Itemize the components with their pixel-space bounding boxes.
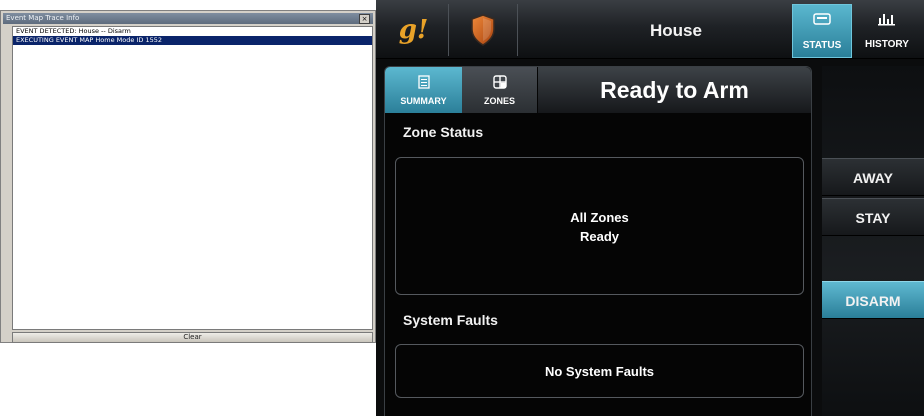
disarm-button[interactable]: DISARM: [822, 281, 924, 319]
system-faults-text: No System Faults: [544, 364, 655, 379]
document-icon: [417, 75, 430, 89]
close-icon[interactable]: ×: [359, 14, 370, 24]
trace-log-list[interactable]: EVENT DETECTED: House -- Disarm EXECUTIN…: [12, 26, 373, 330]
log-line-selected[interactable]: EXECUTING EVENT MAP Home Mode ID 1552: [13, 36, 372, 45]
tab-zones[interactable]: ZONES: [462, 67, 537, 113]
home-logo-button[interactable]: g!: [382, 5, 445, 55]
tab-history-label: HISTORY: [865, 39, 909, 50]
trace-window-title-text: Event Map Trace Info: [6, 14, 80, 22]
away-button[interactable]: AWAY: [822, 158, 924, 196]
tab-history[interactable]: HISTORY: [854, 4, 920, 58]
bar-chart-icon: [878, 14, 895, 26]
trace-window-title: Event Map Trace Info ×: [3, 13, 373, 24]
zone-status-line-2: Ready: [579, 229, 620, 244]
tab-summary[interactable]: SUMMARY: [385, 67, 462, 113]
clear-button[interactable]: Clear: [12, 332, 373, 343]
arm-controls: AWAY STAY DISARM: [822, 66, 924, 416]
summary-content: SUMMARY ZONES Ready to Arm Zone Status A…: [384, 66, 812, 416]
zone-status-line-1: All Zones: [570, 210, 629, 225]
arm-status-text: Ready to Arm: [600, 77, 749, 103]
trace-window: Event Map Trace Info × EVENT DETECTED: H…: [0, 10, 376, 343]
tab-status-label: STATUS: [802, 40, 842, 51]
divider: [517, 4, 518, 56]
grid-icon: [492, 75, 507, 89]
shield-button[interactable]: [449, 5, 516, 55]
logo: g!: [398, 15, 429, 45]
shield-icon: [470, 14, 495, 46]
tab-zones-label: ZONES: [483, 96, 515, 106]
log-line[interactable]: EVENT DETECTED: House -- Disarm: [13, 27, 372, 36]
page-title: House: [650, 21, 702, 40]
stay-button[interactable]: STAY: [822, 198, 924, 236]
keypad-icon: [813, 13, 831, 25]
system-faults-heading: System Faults: [403, 312, 498, 328]
tab-summary-label: SUMMARY: [400, 96, 447, 106]
zone-status-box: All Zones Ready: [395, 157, 804, 295]
security-panel: g! House STATUS HISTORY SUMMARY ZONES Re…: [376, 0, 924, 416]
arm-status-banner: Ready to Arm: [538, 67, 811, 113]
tab-status[interactable]: STATUS: [792, 4, 852, 58]
zone-status-text: All Zones Ready: [396, 208, 803, 246]
zone-status-heading: Zone Status: [403, 124, 484, 140]
system-faults-box: No System Faults: [395, 344, 804, 398]
top-bar: g! House STATUS HISTORY: [376, 0, 924, 59]
